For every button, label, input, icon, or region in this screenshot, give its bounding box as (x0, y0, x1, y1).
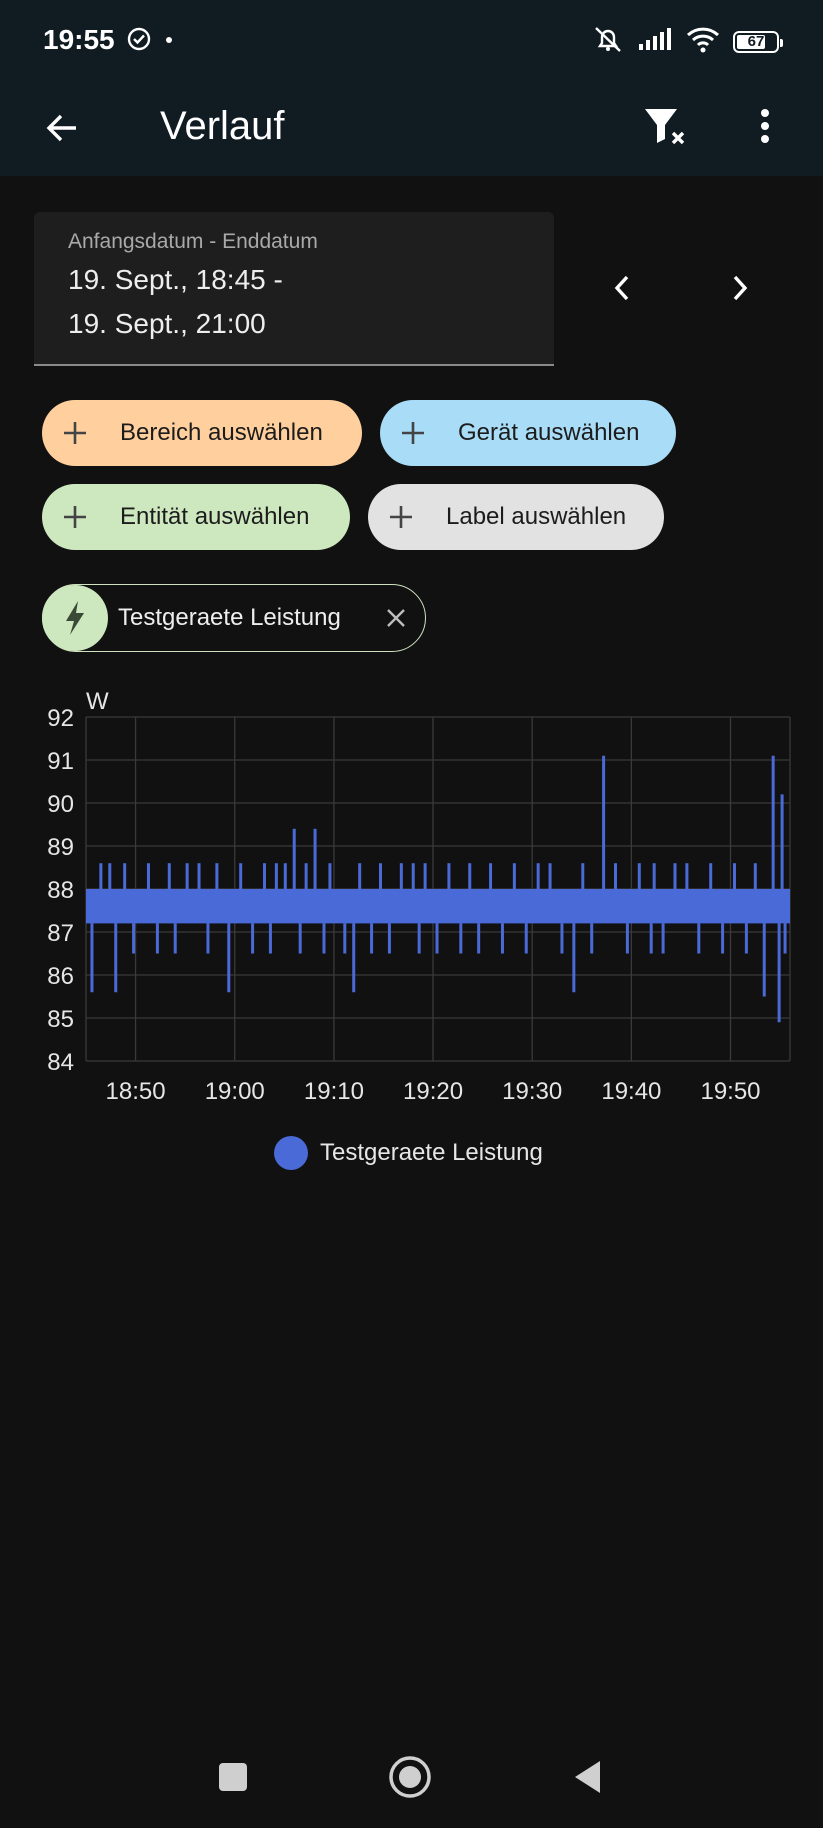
x-tick-label: 18:50 (106, 1078, 166, 1105)
y-tick-label: 86 (47, 963, 74, 990)
date-range-start: 19. Sept., 18:45 - (68, 264, 283, 295)
battery-icon: 67 (733, 30, 783, 53)
square-icon (219, 1763, 247, 1791)
home-button[interactable] (380, 1752, 440, 1802)
y-tick-label: 84 (47, 1049, 74, 1076)
x-tick-label: 19:10 (304, 1078, 364, 1105)
y-tick-label: 89 (47, 834, 74, 861)
plus-icon (58, 416, 92, 450)
date-range-label: Anfangsdatum - Enddatum (68, 230, 318, 253)
status-time: 19:55 (43, 24, 115, 55)
select-label-chip[interactable]: Label auswählen (368, 484, 664, 550)
next-range-button[interactable] (716, 262, 764, 314)
select-entity-chip[interactable]: Entität auswählen (42, 484, 350, 550)
date-range-field[interactable]: Anfangsdatum - Enddatum 19. Sept., 18:45… (34, 212, 554, 366)
select-area-label: Bereich auswählen (120, 419, 323, 446)
select-entity-label: Entität auswählen (120, 503, 310, 530)
page-title: Verlauf (160, 104, 285, 148)
date-range-end: 19. Sept., 21:00 (68, 308, 266, 339)
plus-icon (58, 500, 92, 534)
previous-range-button[interactable] (598, 262, 646, 314)
chevron-right-icon (733, 275, 748, 301)
y-tick-label: 85 (47, 1006, 74, 1033)
system-back-button[interactable] (558, 1752, 618, 1802)
series-band (86, 889, 790, 924)
chart-legend[interactable]: Testgeraete Leistung (274, 1136, 543, 1170)
more-options-button[interactable] (740, 98, 790, 154)
select-label-label: Label auswählen (446, 503, 627, 530)
triangle-back-icon (575, 1761, 600, 1793)
select-device-label: Gerät auswählen (458, 419, 640, 446)
y-tick-label: 90 (47, 791, 74, 818)
close-icon (387, 609, 405, 627)
plus-icon (384, 500, 418, 534)
arrow-left-icon (46, 114, 76, 142)
select-device-chip[interactable]: Gerät auswählen (380, 400, 676, 466)
wifi-icon (685, 25, 721, 58)
selected-entity-chip[interactable]: Testgeraete Leistung (42, 584, 426, 652)
notification-dot-icon (166, 37, 172, 43)
x-tick-label: 19:40 (601, 1078, 661, 1105)
bell-muted-icon (591, 24, 625, 59)
signal-icon (637, 26, 673, 57)
filter-remove-icon (645, 109, 685, 145)
status-icons: 67 (591, 24, 783, 59)
y-tick-label: 88 (47, 877, 74, 904)
more-vert-icon (761, 109, 769, 143)
plus-icon (396, 416, 430, 450)
battery-level: 67 (747, 33, 765, 50)
back-button[interactable] (36, 102, 88, 154)
x-tick-label: 19:00 (205, 1078, 265, 1105)
lightning-bolt-icon (42, 585, 108, 651)
history-chart: 92 91 90 89 88 87 86 85 84 18:50 19:00 19:10 19:20 19… (47, 688, 791, 1105)
circle-home-icon (389, 1756, 431, 1798)
recents-button[interactable] (203, 1752, 263, 1802)
legend-series-name: Testgeraete Leistung (320, 1139, 543, 1166)
y-tick-label: 91 (47, 748, 74, 775)
clear-filter-button[interactable] (636, 98, 692, 154)
selected-entity-name: Testgeraete Leistung (118, 604, 341, 631)
chevron-left-icon (614, 275, 629, 301)
check-circle-icon (126, 26, 152, 57)
legend-color-dot (274, 1136, 308, 1170)
remove-entity-button[interactable] (377, 599, 415, 637)
app-bar: Verlauf (0, 80, 823, 176)
status-bar: 19:55 67 (0, 0, 823, 80)
y-tick-label: 87 (47, 920, 74, 947)
y-axis-unit: W (86, 688, 109, 715)
y-tick-label: 92 (47, 705, 74, 732)
x-tick-label: 19:50 (700, 1078, 760, 1105)
x-tick-label: 19:30 (502, 1078, 562, 1105)
x-tick-label: 19:20 (403, 1078, 463, 1105)
select-area-chip[interactable]: Bereich auswählen (42, 400, 362, 466)
